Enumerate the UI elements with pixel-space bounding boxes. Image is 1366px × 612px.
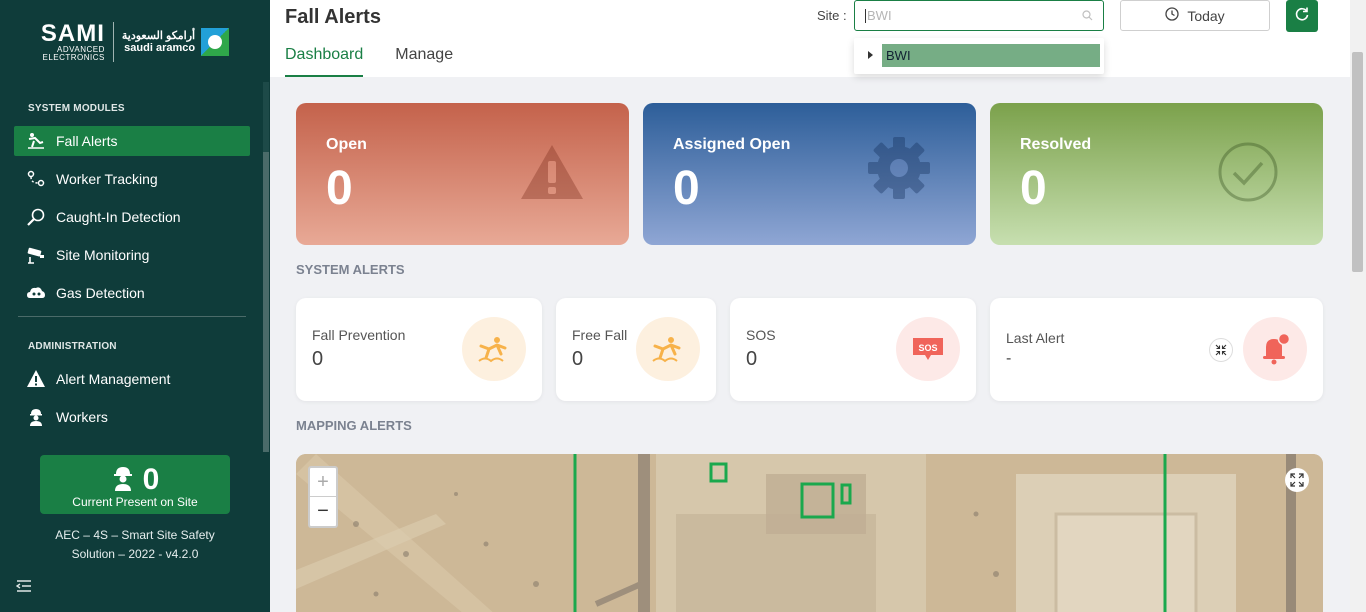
sidebar-item-gas-detection[interactable]: Gas Detection — [14, 278, 250, 308]
present-on-site-box: 0 Current Present on Site — [40, 455, 230, 514]
tab-manage[interactable]: Manage — [395, 46, 453, 77]
falling-person-icon — [462, 317, 526, 381]
sos-icon: SOS — [896, 317, 960, 381]
clock-icon — [1165, 7, 1179, 24]
fall-prevention-card[interactable]: Fall Prevention 0 — [296, 298, 542, 401]
gear-icon — [866, 137, 932, 206]
resolved-value: 0 — [1020, 162, 1047, 215]
site-select-value: BWI — [867, 8, 892, 23]
sidebar-item-label: Worker Tracking — [56, 171, 158, 187]
zoom-out-button[interactable]: − — [310, 497, 336, 526]
sami-logo: SAMI ADVANCED ELECTRONICS — [41, 22, 114, 62]
section-label-system-modules: SYSTEM MODULES — [28, 103, 125, 114]
search-icon — [1082, 10, 1093, 24]
aramco-logo: أرامكو السعودية saudi aramco — [122, 28, 230, 56]
sidebar-item-caught-in-detection[interactable]: Caught-In Detection — [14, 202, 250, 232]
free-fall-card[interactable]: Free Fall 0 — [556, 298, 716, 401]
tab-dashboard[interactable]: Dashboard — [285, 46, 364, 77]
fall-icon — [26, 131, 46, 151]
today-label: Today — [1187, 7, 1225, 24]
site-select[interactable]: BWI — [854, 0, 1104, 31]
sidebar-item-label: Caught-In Detection — [56, 209, 181, 225]
today-button[interactable]: Today — [1120, 0, 1270, 31]
worker-helmet-icon — [111, 465, 135, 496]
open-card[interactable]: Open 0 — [296, 103, 629, 245]
section-label-administration: ADMINISTRATION — [28, 341, 117, 352]
last-alert-value: - — [1006, 350, 1012, 367]
refresh-icon — [1294, 6, 1310, 27]
page-scrollbar[interactable] — [1350, 0, 1366, 612]
expand-arrow-icon[interactable] — [868, 51, 873, 59]
gas-cloud-icon — [26, 283, 46, 303]
refresh-button[interactable] — [1286, 0, 1318, 32]
fall-prevention-value: 0 — [312, 348, 324, 370]
worker-icon — [26, 407, 46, 427]
sidebar-divider — [18, 316, 246, 317]
sidebar: SAMI ADVANCED ELECTRONICS أرامكو السعودي… — [0, 0, 270, 612]
site-dropdown: BWI — [854, 38, 1104, 74]
warning-icon — [26, 369, 46, 389]
fullscreen-icon[interactable] — [1285, 468, 1309, 492]
falling-person-icon — [636, 317, 700, 381]
sidebar-item-label: Fall Alerts — [56, 133, 118, 149]
site-option-bwi[interactable]: BWI — [882, 44, 1100, 67]
mapping-alerts-title: MAPPING ALERTS — [296, 418, 412, 433]
free-fall-value: 0 — [572, 348, 584, 370]
sidebar-item-workers[interactable]: Workers — [14, 402, 250, 432]
sidebar-item-label: Alert Management — [56, 371, 171, 387]
assigned-open-value: 0 — [673, 162, 700, 215]
collapse-arrows-icon[interactable] — [1209, 338, 1233, 362]
sidebar-item-fall-alerts[interactable]: Fall Alerts — [14, 126, 250, 156]
menu-collapse-icon[interactable] — [15, 579, 32, 598]
page-title: Fall Alerts — [285, 6, 381, 28]
warning-icon — [519, 143, 585, 206]
site-map[interactable]: + − — [296, 454, 1323, 612]
assigned-open-card[interactable]: Assigned Open 0 — [643, 103, 976, 245]
magnifier-icon — [26, 207, 46, 227]
sos-label: SOS — [746, 327, 776, 343]
open-label: Open — [326, 136, 367, 153]
sidebar-item-label: Gas Detection — [56, 285, 145, 301]
zoom-in-button[interactable]: + — [310, 468, 336, 497]
resolved-card[interactable]: Resolved 0 — [990, 103, 1323, 245]
route-icon — [26, 169, 46, 189]
free-fall-label: Free Fall — [572, 327, 628, 343]
map-zoom-control: + − — [308, 466, 338, 528]
satellite-imagery — [296, 454, 1323, 612]
page-header: Fall Alerts Dashboard Manage Site : BWI … — [270, 0, 1350, 77]
sos-card[interactable]: SOS 0 SOS — [730, 298, 976, 401]
text-cursor — [865, 8, 866, 23]
version-text: AEC – 4S – Smart Site Safety Solution – … — [55, 528, 215, 561]
brand-logos: SAMI ADVANCED ELECTRONICS أرامكو السعودي… — [0, 0, 270, 84]
tabs: Dashboard Manage — [285, 46, 453, 77]
bell-icon — [1243, 317, 1307, 381]
sidebar-item-label: Site Monitoring — [56, 247, 150, 263]
present-count: 0 — [142, 463, 160, 496]
last-alert-card[interactable]: Last Alert - — [990, 298, 1323, 401]
present-label: Current Present on Site — [72, 495, 198, 509]
resolved-label: Resolved — [1020, 136, 1092, 153]
fall-prevention-label: Fall Prevention — [312, 327, 406, 343]
last-alert-label: Last Alert — [1006, 330, 1065, 346]
check-circle-icon — [1217, 142, 1279, 208]
site-label: Site : — [817, 8, 847, 23]
aramco-mark-icon — [201, 28, 230, 56]
sidebar-item-worker-tracking[interactable]: Worker Tracking — [14, 164, 250, 194]
sos-value: 0 — [746, 348, 758, 370]
cctv-icon — [26, 245, 46, 265]
sidebar-item-site-monitoring[interactable]: Site Monitoring — [14, 240, 250, 270]
svg-text:SOS: SOS — [918, 343, 937, 353]
system-alerts-title: SYSTEM ALERTS — [296, 262, 405, 277]
sidebar-scrollbar[interactable] — [263, 82, 269, 452]
sidebar-item-alert-management[interactable]: Alert Management — [14, 364, 250, 394]
sidebar-item-label: Workers — [56, 409, 108, 425]
open-value: 0 — [326, 162, 353, 215]
assigned-open-label: Assigned Open — [673, 136, 791, 153]
